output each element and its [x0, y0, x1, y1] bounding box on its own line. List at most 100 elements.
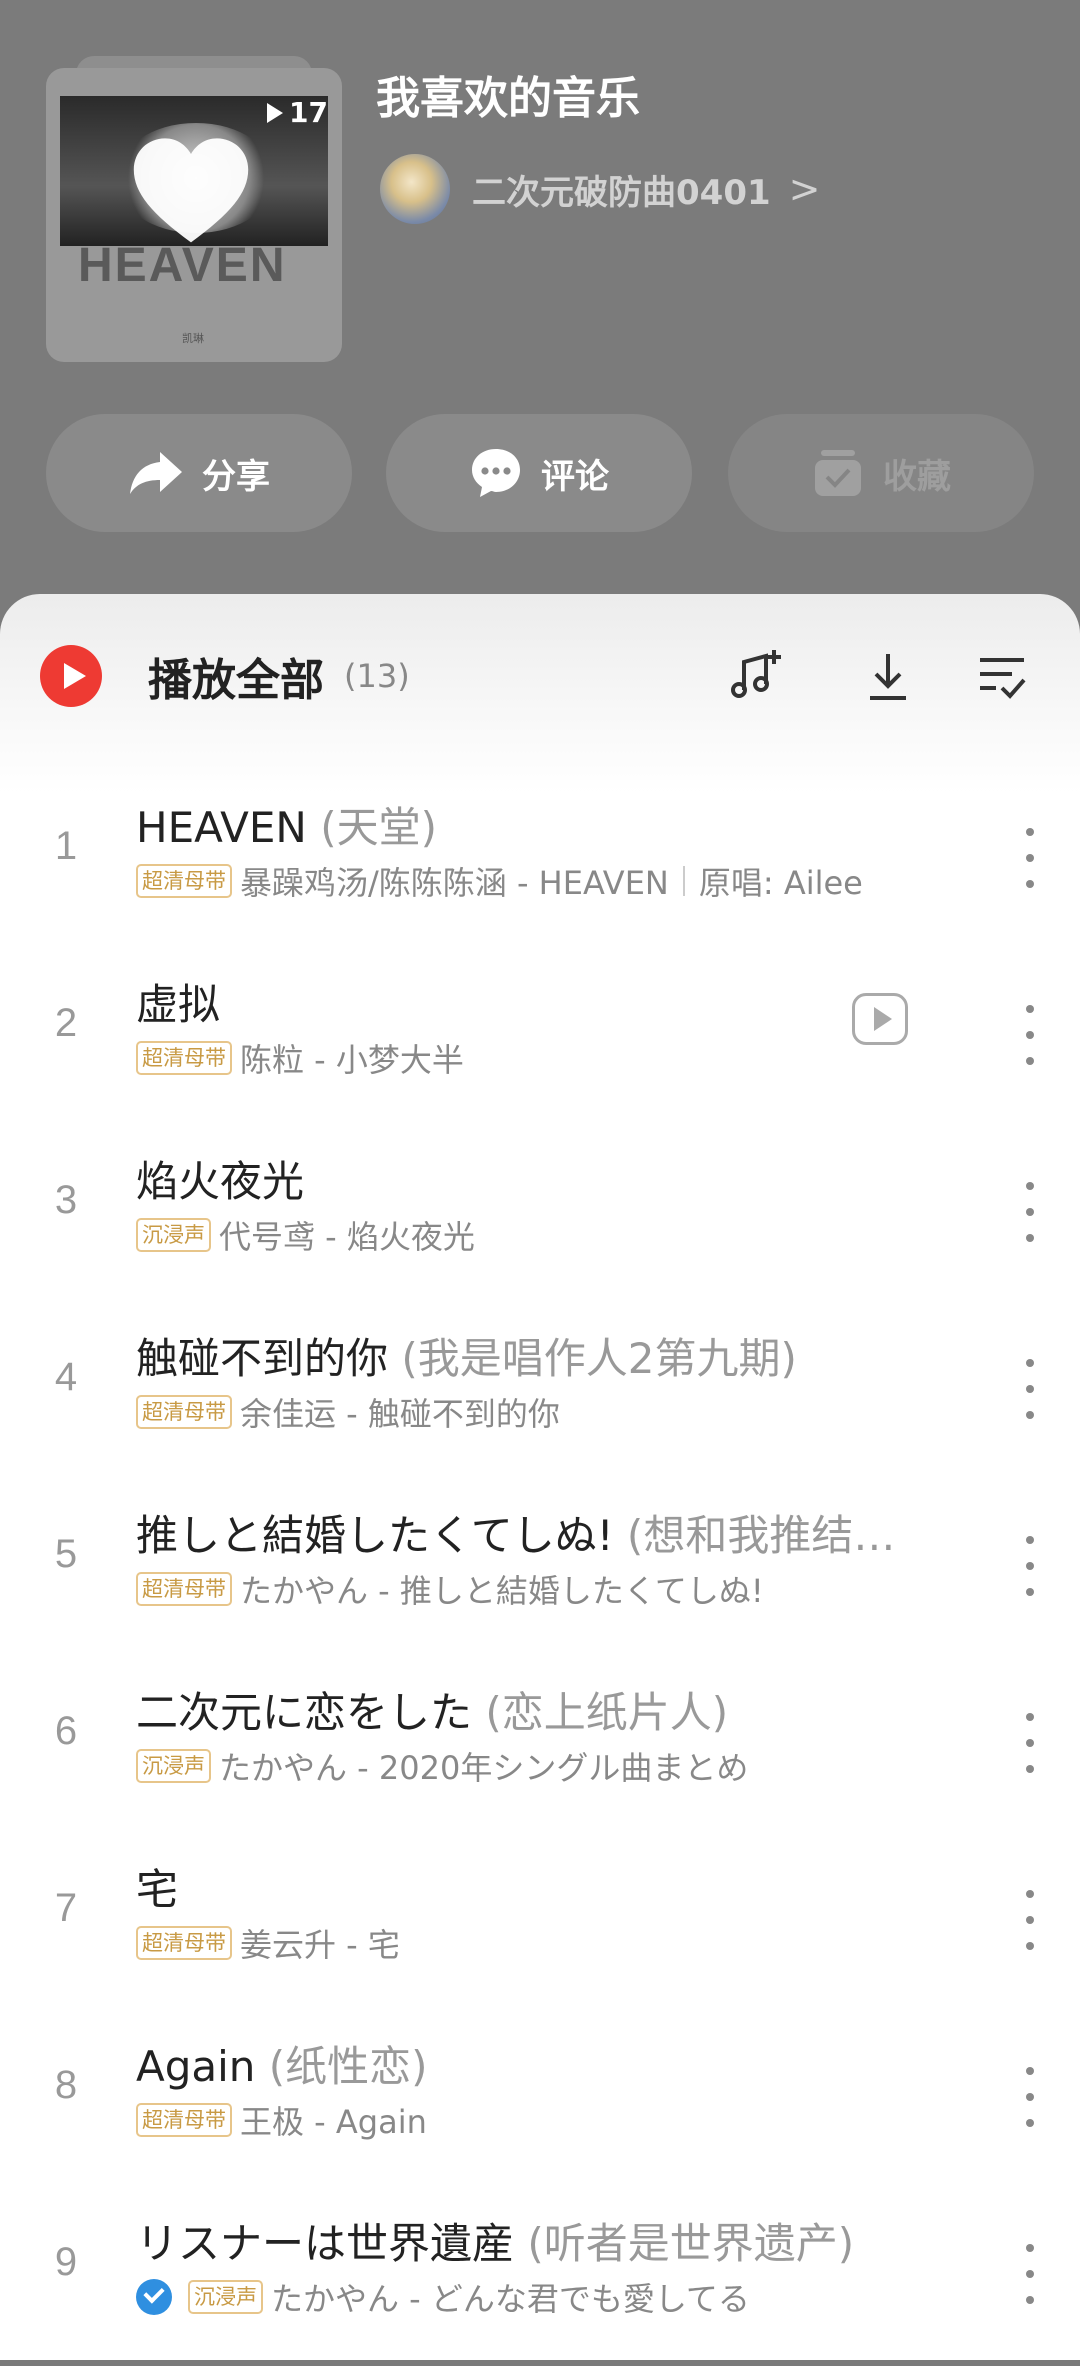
- comment-label: 评论: [541, 456, 609, 497]
- track-list-sheet: 播放全部 (13) 1 HEAVEN (天堂) 超清母带 暴躁鸡汤/陈陈陈涵 - HE…: [0, 594, 1080, 2360]
- track-artists-album: 暴躁鸡汤/陈陈陈涵 - HEAVEN: [240, 864, 669, 902]
- track-meta: 超清母带 陈粒 - 小梦大半: [136, 1035, 464, 1081]
- play-icon: [40, 645, 102, 707]
- track-title: Again: [136, 2042, 256, 2091]
- track-title-line: Again (纸性恋): [136, 2033, 946, 2094]
- creator-avatar[interactable]: [380, 154, 450, 224]
- quality-tag: 沉浸声: [136, 1749, 211, 1783]
- play-count: 17: [267, 96, 328, 129]
- track-row[interactable]: 5 推しと結婚したくてしぬ! (想和我推结… 超清母带 たかやん - 推しと結婚したく…: [0, 1482, 1080, 1658]
- original-singer: 原唱: Ailee: [698, 864, 863, 902]
- track-row[interactable]: 9 リスナーは世界遺産 (听者是世界遗产) 沉浸声 たかやん - どんな君でも愛してる: [0, 2190, 1080, 2366]
- share-button[interactable]: 分享: [46, 414, 352, 532]
- track-meta: 沉浸声 たかやん - 2020年シングル曲まとめ: [136, 1743, 748, 1789]
- track-meta: 超清母带 たかやん - 推しと結婚したくてしぬ!: [136, 1566, 764, 1612]
- play-count-value: 17: [289, 96, 328, 129]
- more-options-icon[interactable]: [1022, 1890, 1038, 1950]
- track-meta: 沉浸声 代号鸢 - 焰火夜光: [136, 1212, 475, 1258]
- share-label: 分享: [202, 456, 270, 497]
- playlist-cover[interactable]: HEAVEN 凯琳 17: [46, 56, 342, 362]
- track-meta: 超清母带 王极 - Again: [136, 2097, 427, 2143]
- more-options-icon[interactable]: [1022, 1005, 1038, 1065]
- downloaded-check-icon: [136, 2279, 172, 2315]
- cover-small-text: 凯琳: [182, 332, 204, 345]
- track-title: 宅: [136, 1865, 179, 1914]
- more-options-icon[interactable]: [1022, 1536, 1038, 1596]
- track-title-line: 触碰不到的你 (我是唱作人2第九期): [136, 1325, 946, 1386]
- playlist-header: HEAVEN 凯琳 17 我喜欢的音乐 二次元破防曲0401 > 分享 评论 收…: [0, 0, 1080, 620]
- track-meta: 沉浸声 たかやん - どんな君でも愛してる: [136, 2274, 750, 2320]
- playlist-title: 我喜欢的音乐: [376, 73, 640, 124]
- play-count-icon: [267, 102, 284, 123]
- track-artists-album: 代号鸢 - 焰火夜光: [219, 1218, 475, 1256]
- track-title: 二次元に恋をした: [136, 1688, 473, 1737]
- track-title: リスナーは世界遺産: [136, 2219, 515, 2268]
- comment-button[interactable]: 评论: [386, 414, 692, 532]
- more-options-icon[interactable]: [1022, 2067, 1038, 2127]
- track-title-line: 焰火夜光: [136, 1148, 946, 1209]
- quality-tag: 超清母带: [136, 2103, 232, 2137]
- track-title: HEAVEN: [136, 803, 307, 852]
- track-title: 触碰不到的你: [136, 1334, 389, 1383]
- track-row[interactable]: 6 二次元に恋をした (恋上纸片人) 沉浸声 たかやん - 2020年シングル曲まとめ: [0, 1659, 1080, 1835]
- track-artists-album: 陈粒 - 小梦大半: [240, 1041, 464, 1079]
- more-options-icon[interactable]: [1022, 1713, 1038, 1773]
- chevron-right-icon: >: [788, 167, 821, 211]
- track-index: 5: [54, 1532, 78, 1576]
- track-title-line: HEAVEN (天堂): [136, 794, 946, 855]
- quality-tag: 沉浸声: [188, 2280, 263, 2314]
- more-options-icon[interactable]: [1022, 2244, 1038, 2304]
- download-icon[interactable]: [858, 646, 918, 706]
- track-row[interactable]: 2 虚拟超清母带 陈粒 - 小梦大半: [0, 951, 1080, 1127]
- track-row[interactable]: 3 焰火夜光 沉浸声 代号鸢 - 焰火夜光: [0, 1128, 1080, 1304]
- track-artists-album: 王极 - Again: [240, 2103, 427, 2141]
- collect-label: 收藏: [883, 456, 951, 497]
- track-alias: (恋上纸片人): [472, 1688, 729, 1737]
- quality-tag: 超清母带: [136, 864, 232, 898]
- track-meta: 超清母带 余佳运 - 触碰不到的你: [136, 1389, 560, 1435]
- track-title-line: リスナーは世界遺産 (听者是世界遗产): [136, 2210, 946, 2271]
- meta-divider: [682, 866, 685, 896]
- track-index: 4: [54, 1355, 78, 1399]
- track-index: 7: [54, 1886, 78, 1930]
- track-index: 1: [54, 824, 78, 868]
- more-options-icon[interactable]: [1022, 828, 1038, 888]
- collect-button[interactable]: 收藏: [728, 414, 1034, 532]
- mv-play-icon[interactable]: [852, 993, 908, 1045]
- track-artists-album: たかやん - どんな君でも愛してる: [271, 2280, 750, 2318]
- track-alias: (天堂): [306, 803, 437, 852]
- creator-link[interactable]: 二次元破防曲0401 >: [380, 154, 820, 224]
- track-title-line: 二次元に恋をした (恋上纸片人): [136, 1679, 946, 1740]
- track-title-line: 宅: [136, 1856, 946, 1917]
- track-row[interactable]: 8 Again (纸性恋) 超清母带 王极 - Again: [0, 2013, 1080, 2189]
- track-alias: (听者是世界遗产): [514, 2219, 855, 2268]
- track-title-line: 推しと結婚したくてしぬ! (想和我推结…: [136, 1502, 946, 1563]
- track-index: 2: [54, 1001, 78, 1045]
- more-options-icon[interactable]: [1022, 1359, 1038, 1419]
- add-music-icon[interactable]: [726, 646, 786, 706]
- play-all-button[interactable]: 播放全部 (13): [40, 644, 410, 708]
- track-artists-album: 姜云升 - 宅: [240, 1926, 400, 1964]
- track-count: (13): [344, 657, 410, 695]
- quality-tag: 超清母带: [136, 1926, 232, 1960]
- track-alias: (我是唱作人2第九期): [388, 1334, 797, 1383]
- collect-icon: [815, 450, 861, 496]
- share-icon: [130, 452, 182, 494]
- track-artists-album: たかやん - 2020年シングル曲まとめ: [219, 1749, 749, 1787]
- quality-tag: 超清母带: [136, 1572, 232, 1606]
- creator-name[interactable]: 二次元破防曲0401: [472, 165, 771, 214]
- track-artists-album: たかやん - 推しと結婚したくてしぬ!: [240, 1572, 764, 1610]
- track-title: 虚拟: [136, 980, 221, 1029]
- track-index: 6: [54, 1709, 78, 1753]
- track-row[interactable]: 4 触碰不到的你 (我是唱作人2第九期) 超清母带 余佳运 - 触碰不到的你: [0, 1305, 1080, 1481]
- track-alias: (想和我推结…: [613, 1511, 896, 1560]
- track-meta: 超清母带 暴躁鸡汤/陈陈陈涵 - HEAVEN 原唱: Ailee: [136, 858, 863, 904]
- multi-select-icon[interactable]: [972, 646, 1032, 706]
- heart-icon: [133, 138, 249, 243]
- more-options-icon[interactable]: [1022, 1182, 1038, 1242]
- track-row[interactable]: 7 宅超清母带 姜云升 - 宅: [0, 1836, 1080, 2012]
- track-index: 9: [54, 2240, 78, 2284]
- track-row[interactable]: 1 HEAVEN (天堂) 超清母带 暴躁鸡汤/陈陈陈涵 - HEAVEN 原唱: Ai…: [0, 774, 1080, 950]
- comment-icon: [472, 449, 520, 497]
- quality-tag: 沉浸声: [136, 1218, 211, 1252]
